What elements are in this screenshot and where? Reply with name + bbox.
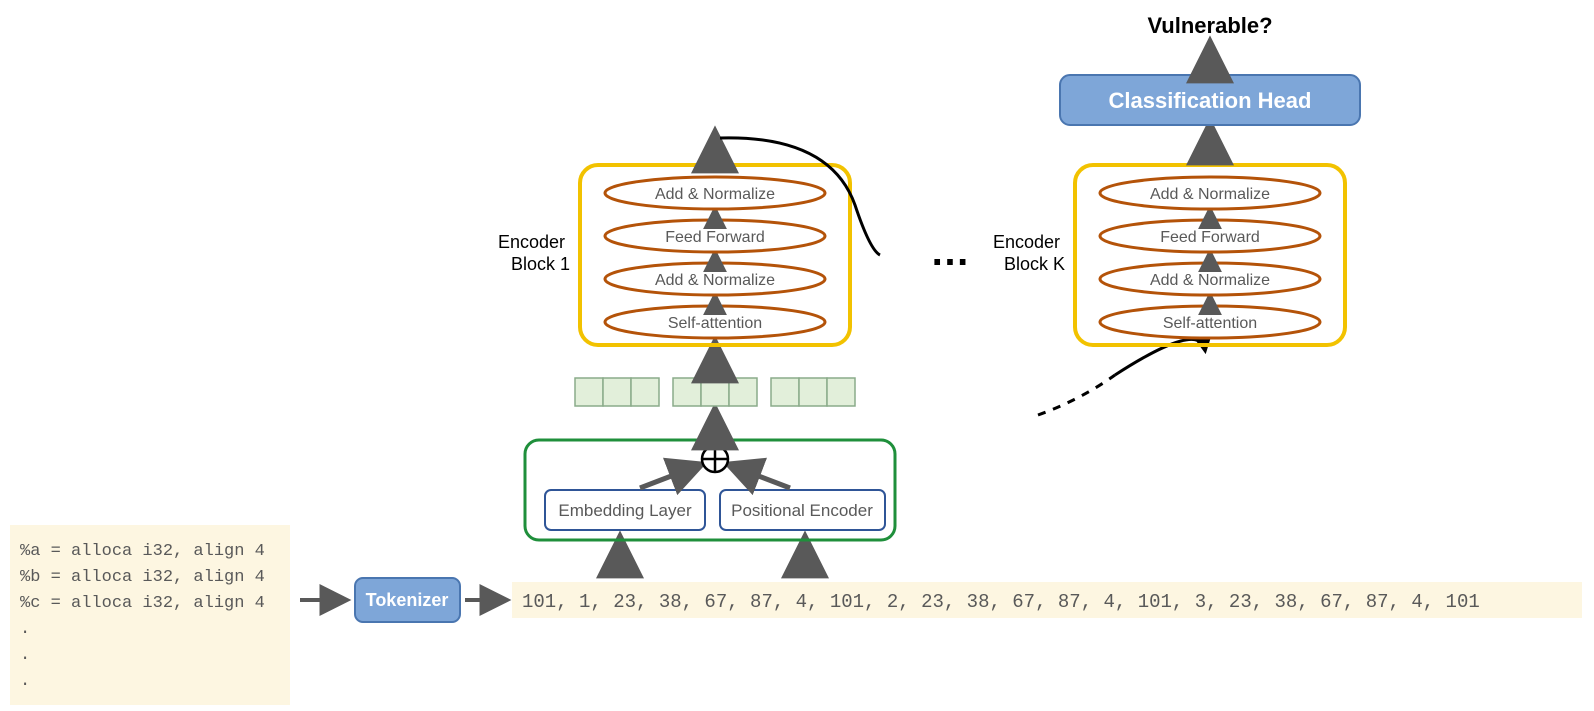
encoder1-layer0: Self-attention bbox=[668, 315, 762, 332]
encoder-block-k: Encoder Block K Self-attention Add & Nor… bbox=[993, 165, 1345, 345]
encoderK-layer0: Self-attention bbox=[1163, 315, 1257, 332]
arrow-embed-to-sum bbox=[640, 465, 700, 488]
output-label: Vulnerable? bbox=[1147, 13, 1272, 38]
code-line: . bbox=[20, 646, 30, 665]
svg-text:Encoder Block K: Encoder Block K bbox=[993, 232, 1065, 274]
encoder1-label-line2: Block 1 bbox=[511, 254, 570, 274]
positional-encoder-label: Positional Encoder bbox=[731, 501, 873, 520]
code-line: . bbox=[20, 672, 30, 691]
embedding-layer-label: Embedding Layer bbox=[558, 501, 692, 520]
tokenizer-label: Tokenizer bbox=[366, 590, 449, 610]
embedding-cells bbox=[575, 378, 855, 406]
token-id-strip: 101, 1, 23, 38, 67, 87, 4, 101, 2, 23, 3… bbox=[512, 582, 1582, 618]
code-line: %a = alloca i32, align 4 bbox=[20, 542, 265, 561]
arrow-positional-to-sum bbox=[730, 465, 790, 488]
encoder-block-1: Encoder Block 1 Self-attention Add & Nor… bbox=[498, 165, 850, 345]
classification-head-box: Classification Head bbox=[1060, 75, 1360, 125]
encoderK-layer2: Feed Forward bbox=[1160, 229, 1260, 246]
input-code-box: %a = alloca i32, align 4 %b = alloca i32… bbox=[10, 525, 290, 705]
token-id-text: 101, 1, 23, 38, 67, 87, 4, 101, 2, 23, 3… bbox=[522, 591, 1480, 613]
encoder1-label-line1: Encoder bbox=[498, 232, 565, 252]
classification-head-label: Classification Head bbox=[1109, 88, 1312, 113]
svg-text:Encoder Block 1: Encoder Block 1 bbox=[498, 232, 570, 274]
code-line: %c = alloca i32, align 4 bbox=[20, 594, 265, 613]
encoderK-layer3: Add & Normalize bbox=[1150, 186, 1270, 203]
encoderK-label-line2: Block K bbox=[1004, 254, 1065, 274]
encoderK-label-line1: Encoder bbox=[993, 232, 1060, 252]
code-line: %b = alloca i32, align 4 bbox=[20, 568, 265, 587]
curve-dashed-to-encoderK bbox=[1038, 375, 1115, 415]
encoder1-layer1: Add & Normalize bbox=[655, 272, 775, 289]
architecture-diagram: %a = alloca i32, align 4 %b = alloca i32… bbox=[0, 0, 1594, 711]
embedding-block: Embedding Layer Positional Encoder bbox=[525, 440, 895, 540]
tokenizer-box: Tokenizer bbox=[355, 578, 460, 622]
code-line: . bbox=[20, 620, 30, 639]
sum-icon bbox=[702, 446, 728, 472]
ellipsis-icon: … bbox=[930, 230, 970, 274]
encoderK-layer1: Add & Normalize bbox=[1150, 272, 1270, 289]
encoder1-layer2: Feed Forward bbox=[665, 229, 765, 246]
encoder1-layer3: Add & Normalize bbox=[655, 186, 775, 203]
